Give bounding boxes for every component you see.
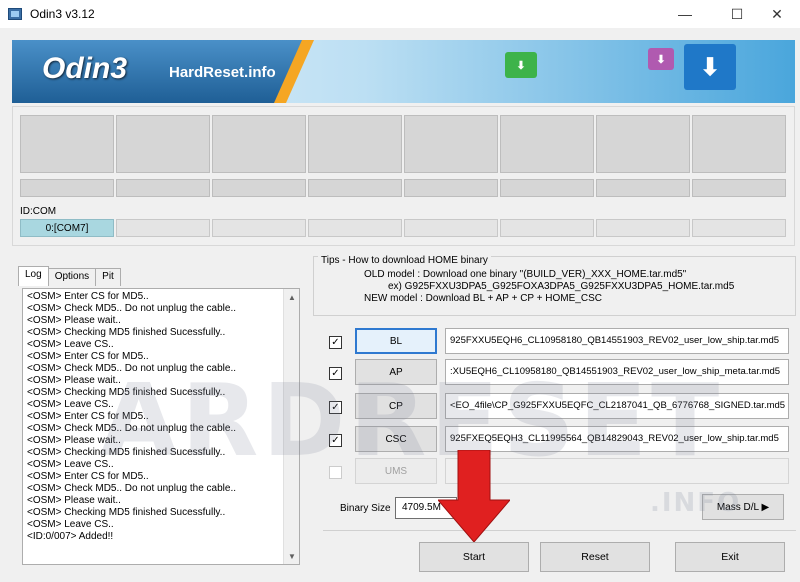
id-com-label: ID:COM	[20, 206, 57, 217]
port-slot	[116, 115, 210, 173]
start-button[interactable]: Start	[419, 542, 529, 572]
log-line: <OSM> Checking MD5 finished Sucessfully.…	[27, 507, 226, 518]
banner-subtitle: HardReset.info	[169, 64, 276, 81]
tab-log[interactable]: Log	[18, 266, 49, 286]
close-button[interactable]: ✕	[754, 0, 800, 28]
red-arrow-icon	[438, 450, 510, 542]
binary-size-label: Binary Size	[340, 503, 391, 514]
tab-pit[interactable]: Pit	[95, 268, 121, 286]
log-line: <OSM> Enter CS for MD5..	[27, 291, 149, 302]
title-bar: Odin3 v3.12 — ☐ ✕	[0, 0, 800, 28]
com-port	[404, 219, 498, 237]
log-line: <OSM> Check MD5.. Do not unplug the cabl…	[27, 483, 236, 494]
log-line: <OSM> Please wait..	[27, 495, 121, 506]
watermark: ARDRESET	[100, 362, 724, 479]
port-slot	[404, 115, 498, 173]
log-line: <OSM> Leave CS..	[27, 339, 114, 350]
divider	[323, 530, 796, 531]
log-line: <OSM> Checking MD5 finished Sucessfully.…	[27, 327, 226, 338]
com-port	[212, 219, 306, 237]
port-slot	[212, 115, 306, 173]
log-line: <OSM> Please wait..	[27, 315, 121, 326]
com-port	[596, 219, 690, 237]
port-slot	[308, 115, 402, 173]
log-line: <OSM> Leave CS..	[27, 519, 114, 530]
port-progress	[20, 179, 114, 197]
com-port	[692, 219, 786, 237]
odin-logo: Odin3	[42, 52, 128, 85]
watermark-sub: .INFO	[650, 488, 742, 518]
download-icon: ⬇	[505, 52, 537, 78]
tips-panel: Tips - How to download HOME binary OLD m…	[313, 255, 796, 316]
tip-example: ex) G925FXXU3DPA5_G925FOXA3DPA5_G925FXXU…	[388, 281, 735, 292]
bl-button[interactable]: BL	[355, 328, 437, 354]
com-port	[116, 219, 210, 237]
port-progress	[596, 179, 690, 197]
bl-path-field[interactable]: 925FXXU5EQH6_CL10958180_QB14551903_REV02…	[445, 328, 789, 354]
port-slot	[596, 115, 690, 173]
window-title: Odin3 v3.12	[30, 7, 95, 21]
port-slot	[20, 115, 114, 173]
port-slot	[692, 115, 786, 173]
header-banner: Odin3 HardReset.info ⬇ ⬇ ⬇	[12, 40, 795, 103]
bl-checkbox[interactable]: ✓	[329, 336, 342, 349]
com-port	[500, 219, 594, 237]
scroll-down-icon[interactable]: ▼	[284, 548, 299, 564]
port-progress	[692, 179, 786, 197]
tip-new-model: NEW model : Download BL + AP + CP + HOME…	[364, 293, 602, 304]
reset-button[interactable]: Reset	[540, 542, 650, 572]
minimize-button[interactable]: —	[662, 0, 708, 28]
download-icon: ⬇	[648, 48, 674, 70]
log-tabs: Log Options Pit	[18, 266, 121, 286]
download-icon: ⬇	[684, 44, 736, 90]
port-status-grid: 0:[COM7]	[12, 106, 795, 246]
port-progress	[404, 179, 498, 197]
tab-options[interactable]: Options	[47, 268, 97, 286]
port-progress	[212, 179, 306, 197]
file-row-bl: ✓ BL 925FXXU5EQH6_CL10958180_QB14551903_…	[327, 328, 797, 356]
port-progress	[116, 179, 210, 197]
port-progress	[308, 179, 402, 197]
log-line: <ID:0/007> Added!!	[27, 531, 114, 542]
app-icon	[8, 8, 22, 20]
tip-old-model: OLD model : Download one binary "(BUILD_…	[364, 269, 687, 280]
port-progress	[500, 179, 594, 197]
tips-title: Tips - How to download HOME binary	[318, 255, 491, 266]
exit-button[interactable]: Exit	[675, 542, 785, 572]
scroll-up-icon[interactable]: ▲	[284, 289, 299, 305]
com-port	[308, 219, 402, 237]
port-slot	[500, 115, 594, 173]
log-line: <OSM> Check MD5.. Do not unplug the cabl…	[27, 303, 236, 314]
com-port-active: 0:[COM7]	[20, 219, 114, 237]
